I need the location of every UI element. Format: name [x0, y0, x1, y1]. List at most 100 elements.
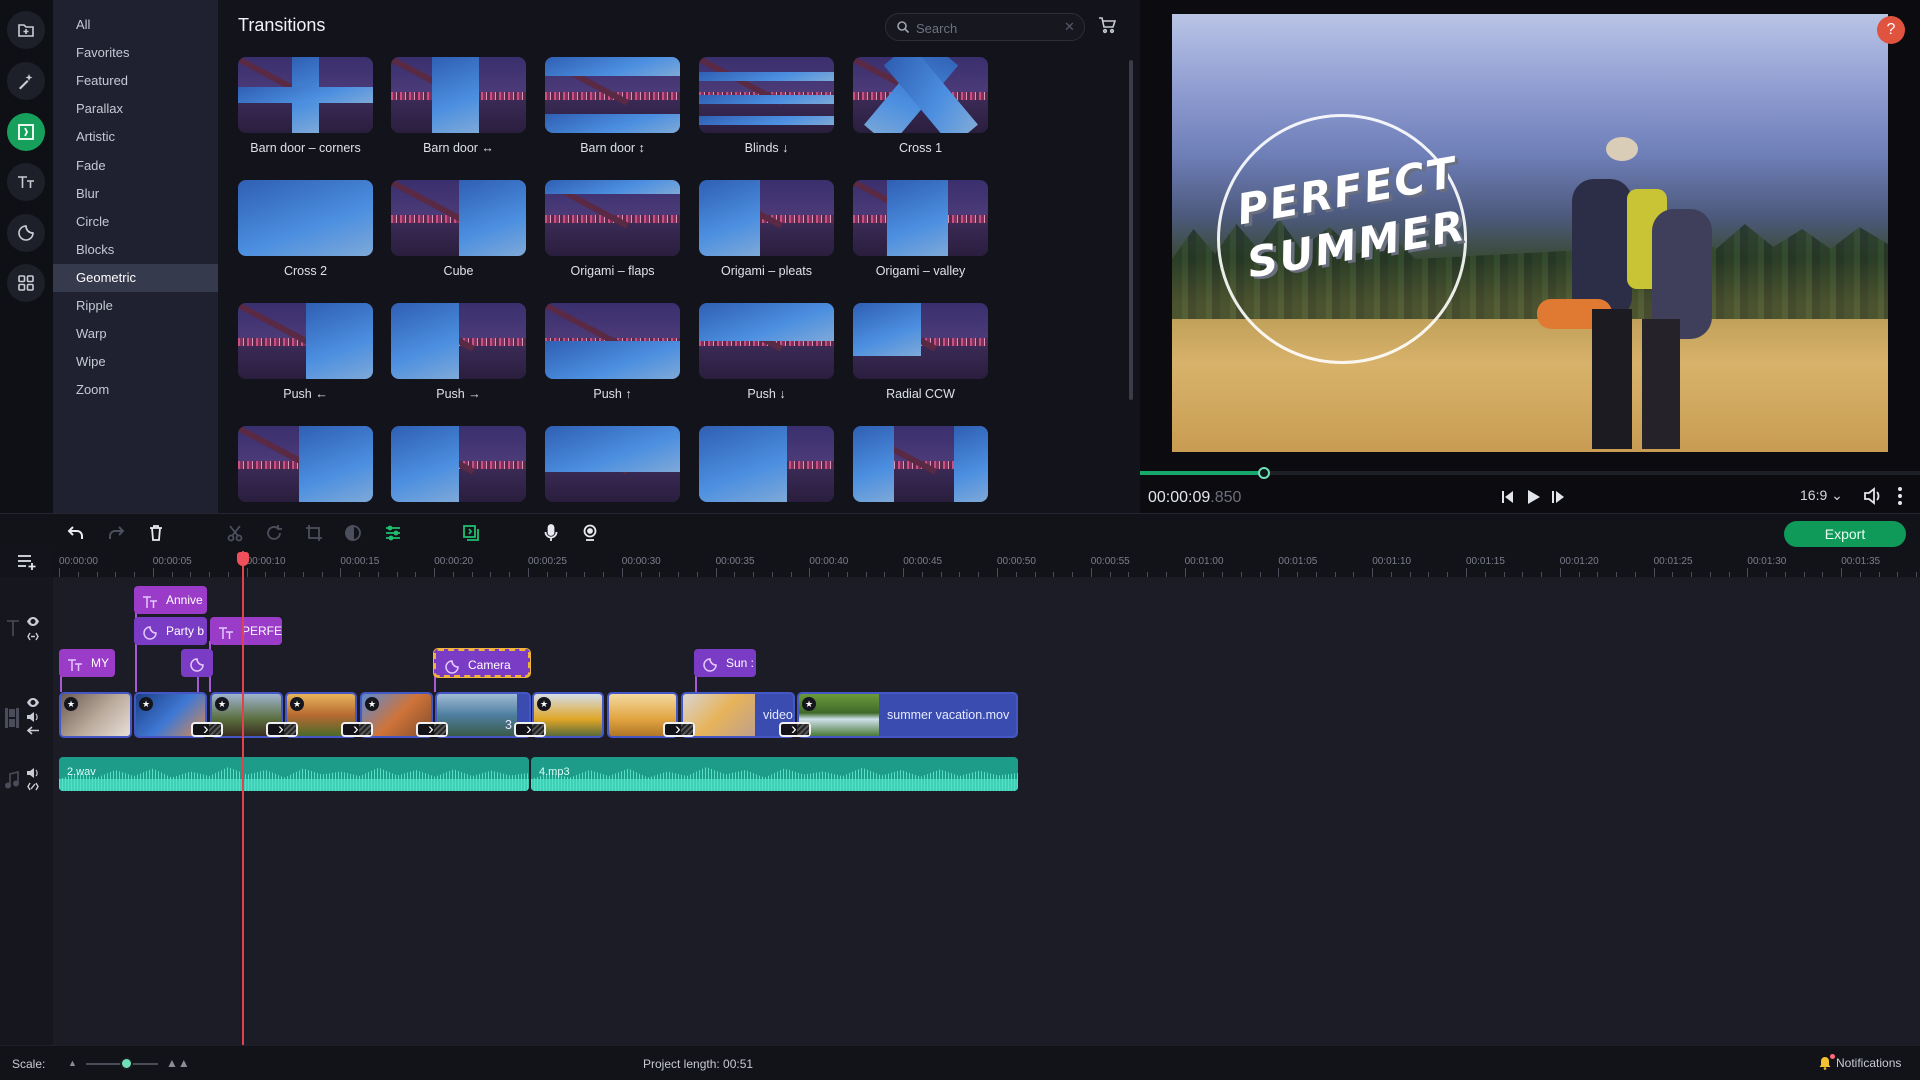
search-box[interactable]: ✕	[885, 13, 1085, 41]
zoom-out-icon[interactable]: ▲	[68, 1058, 77, 1068]
notifications-button[interactable]: Notifications	[1818, 1056, 1901, 1070]
cut-icon[interactable]	[225, 523, 245, 543]
category-item[interactable]: Zoom	[53, 376, 218, 404]
scale-slider-handle[interactable]	[119, 1057, 133, 1070]
video-clip[interactable]: ★ summer vacation.mov	[797, 692, 1018, 738]
transition-tile[interactable]: Push ↓	[699, 303, 834, 421]
star-icon[interactable]: ★	[64, 697, 78, 711]
crop-icon[interactable]	[304, 523, 324, 543]
sticker-clip[interactable]: Sun :	[694, 649, 756, 677]
category-item[interactable]: Blocks	[53, 236, 218, 264]
video-clip[interactable]: video	[681, 692, 795, 738]
unlink-icon[interactable]	[27, 782, 39, 791]
transition-marker[interactable]	[514, 719, 546, 739]
color-adjust-icon[interactable]	[343, 523, 363, 543]
aspect-ratio-select[interactable]: 16:9 ⌄	[1800, 487, 1843, 504]
category-item[interactable]: Fade	[53, 152, 218, 180]
video-preview[interactable]: PERFECT SUMMER	[1172, 14, 1888, 452]
transition-tile[interactable]: Push ↑	[545, 303, 680, 421]
star-icon[interactable]: ★	[139, 697, 153, 711]
help-button[interactable]: ?	[1877, 16, 1905, 44]
transition-tile[interactable]: Barn door ↕	[545, 57, 680, 175]
microphone-icon[interactable]	[541, 523, 561, 543]
category-item[interactable]: Favorites	[53, 39, 218, 67]
transition-tile[interactable]: Push ←	[238, 303, 373, 421]
playhead-handle[interactable]	[237, 552, 249, 566]
transition-marker[interactable]	[663, 719, 695, 739]
transition-marker[interactable]	[191, 719, 223, 739]
undo-icon[interactable]	[66, 523, 86, 543]
category-item[interactable]: Wipe	[53, 348, 218, 376]
transition-tile[interactable]: Cube	[391, 180, 526, 298]
filters-button[interactable]	[7, 62, 45, 100]
transition-tile[interactable]: Push →	[391, 303, 526, 421]
titles-button[interactable]	[7, 163, 45, 201]
webcam-icon[interactable]	[580, 523, 600, 543]
star-icon[interactable]: ★	[537, 697, 551, 711]
clip-properties-icon[interactable]	[383, 523, 403, 543]
play-icon[interactable]	[1523, 487, 1543, 507]
eye-icon[interactable]	[27, 617, 39, 626]
overlay-transitions-icon[interactable]	[461, 523, 481, 543]
transition-tile[interactable]: Origami – pleats	[699, 180, 834, 298]
eye-icon[interactable]	[27, 698, 39, 707]
audio-clip[interactable]: 4.mp3	[531, 757, 1018, 791]
more-tools-button[interactable]	[7, 264, 45, 302]
title-clip[interactable]: Annive	[134, 586, 207, 614]
video-clip[interactable]: ★	[59, 692, 132, 738]
import-button[interactable]	[7, 11, 45, 49]
transition-tile[interactable]: Cross 1	[853, 57, 988, 175]
transition-tile[interactable]: Radial CCW	[853, 303, 988, 421]
speaker-icon[interactable]	[27, 712, 39, 722]
transitions-button[interactable]	[7, 113, 45, 151]
transition-marker[interactable]	[341, 719, 373, 739]
cart-icon[interactable]	[1098, 16, 1116, 34]
transition-tile[interactable]: Barn door ↔	[391, 57, 526, 175]
export-button[interactable]: Export	[1784, 521, 1906, 547]
sticker-clip[interactable]	[181, 649, 213, 677]
star-icon[interactable]: ★	[215, 697, 229, 711]
star-icon[interactable]: ★	[290, 697, 304, 711]
audio-clip[interactable]: 2.wav	[59, 757, 529, 791]
star-icon[interactable]: ★	[365, 697, 379, 711]
stickers-button[interactable]	[7, 214, 45, 252]
rotate-icon[interactable]	[264, 523, 284, 543]
playback-progress-handle[interactable]	[1258, 467, 1271, 479]
transition-tile[interactable]: Cross 2	[238, 180, 373, 298]
speaker-icon[interactable]	[27, 768, 39, 778]
transition-marker[interactable]	[779, 719, 811, 739]
next-frame-icon[interactable]	[1548, 487, 1568, 507]
transition-tile[interactable]: Origami – flaps	[545, 180, 680, 298]
arrow-left-icon[interactable]	[27, 726, 39, 735]
star-icon[interactable]: ★	[802, 697, 816, 711]
category-item[interactable]: Circle	[53, 208, 218, 236]
category-item[interactable]: Blur	[53, 180, 218, 208]
link-icon[interactable]	[27, 632, 39, 641]
transition-tile[interactable]: Barn door – corners	[238, 57, 373, 175]
transition-marker[interactable]	[266, 719, 298, 739]
timeline-ruler[interactable]: 00:00:00 00:00:05 00:00:10 00:00:15 00:00:20…	[53, 551, 1920, 577]
category-item[interactable]: Geometric	[53, 263, 218, 292]
category-item[interactable]: Parallax	[53, 95, 218, 123]
category-item[interactable]: All	[53, 11, 218, 39]
sticker-clip[interactable]: Camera	[434, 649, 530, 677]
category-item[interactable]: Artistic	[53, 123, 218, 151]
transition-tile[interactable]: Origami – valley	[853, 180, 988, 298]
transition-marker[interactable]	[416, 719, 448, 739]
sticker-clip[interactable]: Party b	[134, 617, 207, 645]
zoom-in-icon[interactable]: ▲▲	[166, 1056, 190, 1070]
transition-tile[interactable]: Blinds ↓	[699, 57, 834, 175]
previous-frame-icon[interactable]	[1498, 487, 1518, 507]
panel-scrollbar[interactable]	[1129, 60, 1133, 400]
search-input[interactable]	[916, 19, 1056, 37]
redo-icon[interactable]	[106, 523, 126, 543]
title-clip[interactable]: PERFE(	[210, 617, 282, 645]
volume-icon[interactable]	[1862, 486, 1884, 506]
delete-icon[interactable]	[146, 523, 166, 543]
more-options-icon[interactable]	[1896, 486, 1904, 506]
category-item[interactable]: Ripple	[53, 292, 218, 320]
clear-search-icon[interactable]: ✕	[1064, 19, 1075, 35]
category-item[interactable]: Featured	[53, 67, 218, 95]
category-item[interactable]: Warp	[53, 320, 218, 348]
add-track-icon[interactable]	[16, 553, 38, 571]
